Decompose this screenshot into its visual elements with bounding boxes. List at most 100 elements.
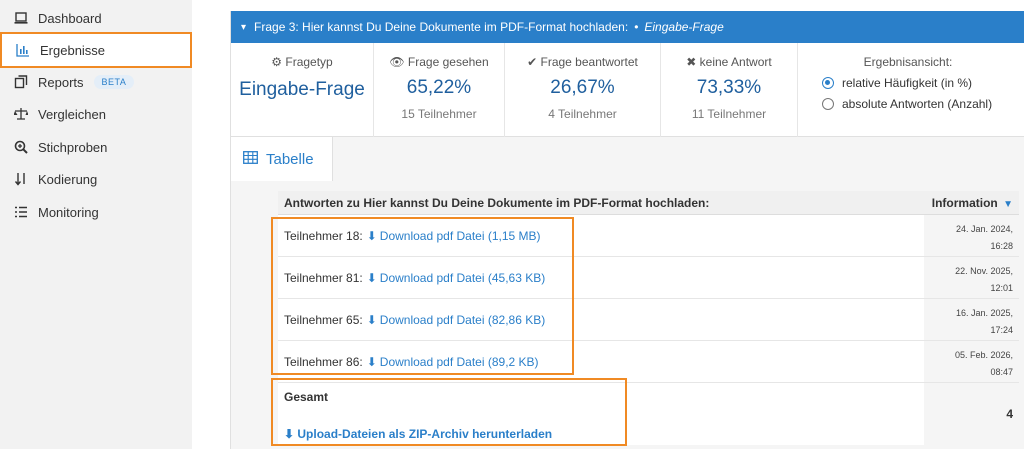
sidebar-item-label: Dashboard	[38, 10, 102, 26]
download-link-label: Download pdf Datei (82,86 KB)	[379, 312, 546, 327]
sidebar-item-kodierung[interactable]: Kodierung	[0, 164, 192, 194]
sidebar-item-dashboard[interactable]: Dashboard	[0, 3, 192, 33]
row-time: 08:47	[990, 367, 1013, 377]
sidebar-item-label: Kodierung	[38, 171, 98, 187]
stat-sub: 11 Teilnehmer	[691, 107, 767, 121]
bar-chart-icon	[16, 43, 30, 57]
question-header[interactable]: ▾ Frage 3: Hier kannst Du Deine Dokument…	[231, 11, 1024, 43]
row-date: 24. Jan. 2024,	[955, 224, 1013, 234]
total-row: Gesamt ⬇ Upload-Dateien als ZIP-Archiv h…	[278, 383, 1019, 445]
tab-content: Antworten zu Hier kannst Du Deine Dokume…	[231, 181, 1024, 449]
stat-sub: 15 Teilnehmer	[401, 107, 477, 121]
scale-icon	[14, 107, 28, 121]
row-date: 22. Nov. 2025,	[955, 266, 1013, 276]
radio-label: absolute Antworten (Anzahl)	[842, 97, 993, 111]
tab-tabelle[interactable]: Tabelle	[231, 137, 333, 181]
stat-label: keine Antwort	[699, 55, 772, 69]
sidebar-item-vergleichen[interactable]: Vergleichen	[0, 99, 192, 129]
zip-link-label: Upload-Dateien als ZIP-Archiv herunterla…	[297, 427, 553, 441]
tab-label: Tabelle	[266, 150, 314, 168]
sidebar-item-label: Vergleichen	[38, 106, 106, 122]
participant-label: Teilnehmer 81:	[284, 270, 363, 285]
table-row: Teilnehmer 65: ⬇ Download pdf Datei (82,8…	[278, 299, 1019, 341]
sidebar-item-label: Monitoring	[38, 204, 99, 220]
stat-label: Fragetyp	[285, 55, 333, 69]
stat-beantwortet: ✔ Frage beantwortet 26,67% 4 Teilnehmer	[505, 43, 661, 137]
stat-label: Frage gesehen	[407, 55, 489, 69]
download-icon: ⬇	[366, 270, 377, 285]
answers-header: Antworten zu Hier kannst Du Deine Dokume…	[284, 195, 710, 210]
download-link[interactable]: ⬇ Download pdf Datei (45,63 KB)	[367, 271, 546, 285]
check-icon: ✔	[527, 55, 538, 69]
separator: •	[634, 20, 639, 34]
stat-label: Frage beantwortet	[540, 55, 638, 69]
stat-gesehen: 👁 Frage gesehen 65,22% 15 Teilnehmer	[374, 43, 505, 137]
stat-value: 73,33%	[696, 77, 762, 98]
download-link-label: Download pdf Datei (45,63 KB)	[379, 270, 546, 285]
sidebar-item-monitoring[interactable]: Monitoring	[0, 197, 192, 227]
download-link[interactable]: ⬇ Download pdf Datei (89,2 KB)	[367, 355, 539, 369]
total-count: 4	[924, 383, 1019, 445]
info-header-label: Information	[931, 195, 998, 210]
sidebar-item-reports[interactable]: Reports BETA	[0, 67, 192, 97]
table-row: Teilnehmer 18: ⬇ Download pdf Datei (1,15…	[278, 215, 1019, 257]
sidebar-item-label: Ergebnisse	[40, 42, 106, 58]
chevron-down-icon[interactable]: ▾	[241, 22, 246, 33]
sidebar: Dashboard Ergebnisse Reports BETA Vergle…	[0, 0, 192, 449]
question-type-label: Eingabe-Frage	[644, 20, 724, 34]
question-title: Frage 3: Hier kannst Du Deine Dokumente …	[254, 20, 629, 34]
view-options-label: Ergebnisansicht:	[863, 55, 953, 69]
participant-label: Teilnehmer 18:	[284, 228, 363, 243]
gear-icon: ⚙	[271, 55, 283, 69]
sidebar-item-label: Reports	[38, 74, 84, 90]
stats-bar: ⚙ Fragetyp Eingabe-Frage 👁 Frage gesehen…	[231, 43, 1024, 137]
download-icon: ⬇	[366, 228, 377, 243]
download-link[interactable]: ⬇ Download pdf Datei (1,15 MB)	[367, 229, 541, 243]
participant-label: Teilnehmer 65:	[284, 312, 363, 327]
radio-button[interactable]	[822, 77, 834, 89]
download-link-label: Download pdf Datei (1,15 MB)	[379, 228, 541, 243]
stat-value: Eingabe-Frage	[239, 79, 365, 100]
download-icon: ⬇	[366, 354, 377, 369]
participant-label: Teilnehmer 86:	[284, 354, 363, 369]
download-icon: ⬇	[284, 427, 298, 441]
table-row: Teilnehmer 86: ⬇ Download pdf Datei (89,2…	[278, 341, 1019, 383]
stat-value: 26,67%	[550, 77, 615, 98]
question-panel: ▾ Frage 3: Hier kannst Du Deine Dokument…	[230, 11, 1024, 449]
zip-download-link[interactable]: ⬇ Upload-Dateien als ZIP-Archiv herunter…	[284, 427, 552, 441]
info-header[interactable]: Information ▼	[924, 196, 1019, 210]
sidebar-item-stichproben[interactable]: Stichproben	[0, 132, 192, 162]
stat-keine-antwort: ✖ keine Antwort 73,33% 11 Teilnehmer	[661, 43, 798, 137]
table-icon	[243, 150, 258, 168]
table-header: Antworten zu Hier kannst Du Deine Dokume…	[278, 191, 1019, 215]
sidebar-item-label: Stichproben	[38, 139, 108, 155]
radio-absolute[interactable]: absolute Antworten (Anzahl)	[822, 97, 1018, 111]
tabs-bar: Tabelle	[231, 137, 1024, 181]
sidebar-item-ergebnisse[interactable]: Ergebnisse	[0, 32, 192, 68]
download-link[interactable]: ⬇ Download pdf Datei (82,86 KB)	[367, 313, 546, 327]
stat-value: 65,22%	[406, 77, 472, 98]
row-time: 16:28	[990, 241, 1013, 251]
list-icon	[14, 205, 28, 219]
radio-label: relative Häufigkeit (in %)	[842, 76, 973, 90]
row-date: 16. Jan. 2025,	[955, 308, 1013, 318]
row-time: 12:01	[990, 283, 1013, 293]
laptop-icon	[14, 11, 28, 25]
sort-down-icon[interactable]: ▼	[1003, 199, 1013, 210]
stat-sub: 4 Teilnehmer	[548, 107, 617, 121]
download-icon: ⬇	[366, 312, 377, 327]
row-date: 05. Feb. 2026,	[954, 350, 1013, 360]
eye-icon: 👁	[389, 55, 405, 69]
radio-button[interactable]	[822, 98, 834, 110]
radio-relative[interactable]: relative Häufigkeit (in %)	[822, 76, 1018, 90]
search-plus-icon	[14, 140, 28, 154]
result-view-options: Ergebnisansicht: relative Häufigkeit (in…	[798, 43, 1018, 137]
sort-icon	[14, 172, 28, 186]
stat-fragetyp: ⚙ Fragetyp Eingabe-Frage	[231, 43, 374, 137]
x-icon: ✖	[686, 55, 697, 69]
download-link-label: Download pdf Datei (89,2 KB)	[379, 354, 539, 369]
answers-table: Antworten zu Hier kannst Du Deine Dokume…	[278, 191, 1019, 445]
copy-icon	[14, 75, 28, 89]
beta-badge: BETA	[93, 75, 135, 89]
total-label: Gesamt	[284, 390, 329, 404]
